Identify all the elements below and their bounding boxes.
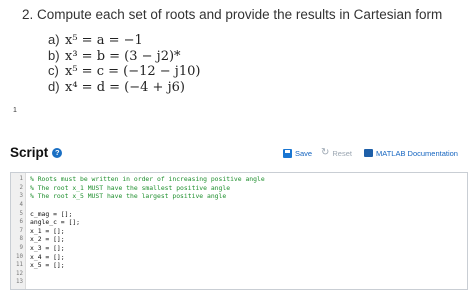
code-text[interactable]: x_4 = []; bbox=[26, 253, 65, 261]
documentation-label: MATLAB Documentation bbox=[376, 148, 458, 158]
line-number: 6 bbox=[19, 219, 24, 226]
code-line[interactable]: 10 x_4 = []; bbox=[11, 252, 467, 261]
part-c: c) x⁵ = c = (−12 − j10) bbox=[48, 63, 200, 79]
code-line[interactable]: 11 x_5 = []; bbox=[11, 261, 467, 270]
code-comment[interactable]: % Roots must be written in order of incr… bbox=[26, 175, 265, 183]
code-line[interactable]: 7 x_1 = []; bbox=[11, 227, 467, 236]
code-line[interactable]: 13 bbox=[11, 278, 467, 287]
line-number: 12 bbox=[16, 270, 23, 277]
line-number: 13 bbox=[16, 279, 23, 286]
part-letter: a) bbox=[48, 32, 60, 47]
code-line[interactable]: 2% The root x_1 MUST have the smallest p… bbox=[11, 184, 467, 193]
save-button[interactable]: Save bbox=[283, 146, 312, 160]
save-icon bbox=[283, 148, 292, 158]
line-number: 7 bbox=[19, 227, 24, 234]
part-letter: d) bbox=[48, 78, 60, 94]
code-lines[interactable]: 1% Roots must be written in order of inc… bbox=[11, 175, 467, 287]
part-equation: x⁴ = d = (−4 + j6) bbox=[65, 79, 185, 95]
save-label: Save bbox=[295, 148, 313, 158]
code-line[interactable]: 3% The root x_5 MUST have the largest po… bbox=[11, 192, 467, 201]
part-equation: x⁵ = a = −1 bbox=[65, 33, 143, 48]
part-a: a) x⁵ = a = −1 bbox=[48, 32, 200, 48]
problem-parts: a) x⁵ = a = −1 b) x³ = b = (3 − j2)* c) … bbox=[48, 32, 200, 95]
code-line[interactable]: 6 angle_c = []; bbox=[11, 218, 467, 227]
line-number: 3 bbox=[19, 193, 24, 200]
documentation-icon bbox=[364, 149, 373, 157]
matlab-documentation-link[interactable]: MATLAB Documentation bbox=[364, 146, 458, 160]
code-line[interactable]: 9 x_3 = []; bbox=[11, 244, 467, 253]
script-title: Script bbox=[10, 145, 49, 160]
code-line[interactable]: 1% Roots must be written in order of inc… bbox=[11, 175, 467, 184]
line-number: 1 bbox=[19, 176, 24, 183]
problem-title: 2. Compute each set of roots and provide… bbox=[22, 7, 443, 22]
part-letter: c) bbox=[48, 63, 59, 78]
code-text[interactable]: x_5 = []; bbox=[26, 261, 65, 269]
part-d: d) x⁴ = d = (−4 + j6) bbox=[48, 79, 200, 95]
code-editor[interactable]: 1% Roots must be written in order of inc… bbox=[10, 172, 468, 290]
code-text[interactable]: angle_c = []; bbox=[26, 218, 80, 226]
code-text[interactable]: x_1 = []; bbox=[26, 227, 65, 235]
line-number: 4 bbox=[19, 202, 24, 209]
code-line[interactable]: 8 x_2 = []; bbox=[11, 235, 467, 244]
line-number: 8 bbox=[19, 236, 24, 243]
code-line[interactable]: 4 bbox=[11, 201, 467, 210]
code-line[interactable]: 12 bbox=[11, 270, 467, 279]
code-text[interactable]: c_mag = []; bbox=[26, 210, 72, 218]
line-number: 10 bbox=[16, 253, 23, 260]
part-letter: b) bbox=[48, 47, 60, 63]
reset-label: Reset bbox=[332, 148, 352, 158]
code-comment[interactable]: % The root x_5 MUST have the largest pos… bbox=[26, 192, 226, 200]
part-equation: x³ = b = (3 − j2)* bbox=[65, 48, 181, 64]
line-number: 2 bbox=[19, 184, 24, 191]
line-number: 9 bbox=[19, 245, 24, 252]
code-comment[interactable]: % The root x_1 MUST have the smallest po… bbox=[26, 184, 230, 192]
code-text[interactable]: x_3 = []; bbox=[26, 244, 65, 252]
help-icon[interactable]: ? bbox=[52, 147, 63, 158]
reset-icon: ↻ bbox=[321, 147, 330, 158]
code-text[interactable]: x_2 = []; bbox=[26, 235, 65, 243]
script-heading: Script ? bbox=[10, 145, 63, 160]
line-number: 5 bbox=[19, 210, 24, 217]
page-marker: 1 bbox=[13, 107, 17, 114]
part-equation: x⁵ = c = (−12 − j10) bbox=[65, 64, 201, 79]
part-b: b) x³ = b = (3 − j2)* bbox=[48, 48, 200, 64]
line-number: 11 bbox=[16, 262, 23, 269]
code-line[interactable]: 5 c_mag = []; bbox=[11, 209, 467, 218]
reset-button[interactable]: ↻ Reset bbox=[321, 146, 352, 160]
